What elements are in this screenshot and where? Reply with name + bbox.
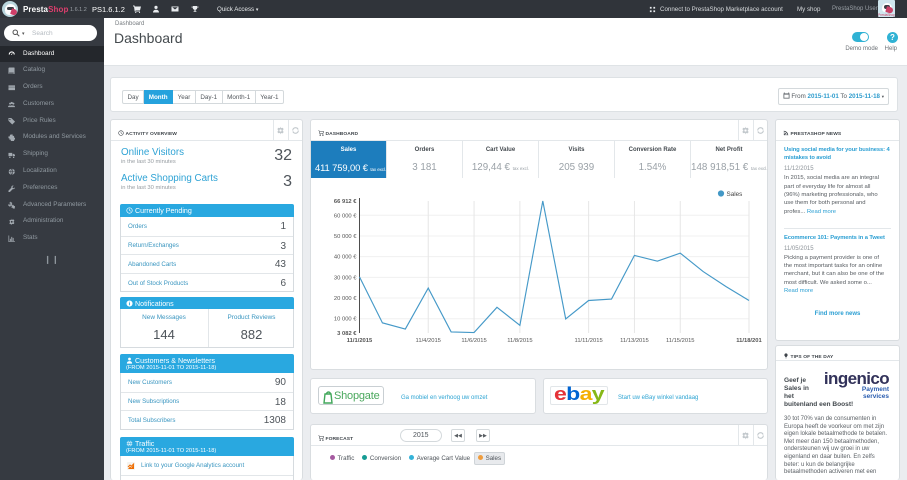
svg-text:11/18/201: 11/18/201 [736,338,762,344]
svg-text:40 000 €: 40 000 € [334,255,357,261]
svg-text:11/11/2015: 11/11/2015 [575,338,603,344]
svg-text:Sales: Sales [727,191,743,198]
svg-text:11/15/2015: 11/15/2015 [666,338,695,344]
svg-text:20 000 €: 20 000 € [334,296,357,302]
svg-text:11/6/2015: 11/6/2015 [461,338,486,344]
svg-text:11/13/2015: 11/13/2015 [620,338,649,344]
svg-text:60 000 €: 60 000 € [334,213,357,219]
svg-text:30 000 €: 30 000 € [334,275,357,281]
svg-text:11/4/2015: 11/4/2015 [416,338,441,344]
svg-text:66 912 €: 66 912 € [334,199,357,205]
svg-text:10 000 €: 10 000 € [334,317,357,323]
svg-text:50 000 €: 50 000 € [334,234,357,240]
svg-text:11/1/2015: 11/1/2015 [347,338,373,344]
svg-text:11/8/2015: 11/8/2015 [507,338,532,344]
svg-text:3 082 €: 3 082 € [337,331,357,337]
